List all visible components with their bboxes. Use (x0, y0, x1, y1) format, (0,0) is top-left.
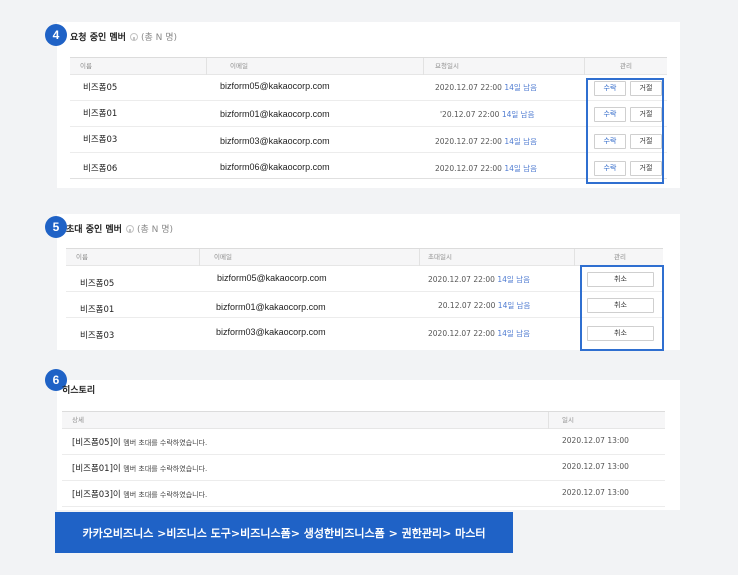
invited-members-title: 초대 중인 멤버 (총 N 명) (66, 222, 173, 235)
column-divider (419, 249, 420, 266)
remaining-days: 14일 남음 (504, 83, 537, 92)
table-row: 비즈폼06 bizform06@kakaocorp.com 2020.12.07… (70, 153, 667, 179)
invited-members-title-text: 초대 중인 멤버 (66, 225, 122, 235)
date-text: 20.12.07 22:00 (438, 301, 496, 310)
remaining-days: 14일 남음 (504, 137, 537, 146)
date-text: 2020.12.07 22:00 (428, 329, 495, 338)
remaining-days: 14일 남음 (504, 164, 537, 173)
member-email: bizform03@kakaocorp.com (220, 136, 330, 146)
history-message-text: 멤버 초대를 수락하였습니다. (123, 439, 208, 447)
table-row: [비즈폼05]이 멤버 초대를 수락하였습니다. 2020.12.07 13:0… (62, 429, 665, 455)
requested-members-title-text: 요청 중인 멤버 (70, 33, 126, 43)
remaining-days: 14일 남음 (497, 329, 530, 338)
remaining-days: 14일 남음 (497, 275, 530, 284)
member-name: 비즈폼03 (80, 331, 115, 341)
col-manage-header: 관리 (614, 253, 626, 261)
requested-table-header: 이름 이메일 요청일시 관리 (70, 57, 667, 75)
col-invited-at-header: 초대일시 (428, 253, 452, 261)
member-name: 비즈폼01 (83, 109, 118, 119)
table-row: 비즈폼01 bizform01@kakaocorp.com '20.12.07 … (70, 101, 667, 127)
history-date: 2020.12.07 13:00 (562, 488, 629, 497)
history-table-header: 상세 일시 (62, 411, 665, 429)
history-title: 히스토리 (62, 386, 96, 396)
history-message-text: 멤버 초대를 수락하였습니다. (123, 465, 208, 473)
invited-date: 2020.12.07 22:00 14일 남음 (428, 328, 530, 339)
history-message: [비즈폼03]이 멤버 초대를 수락하였습니다. (72, 488, 207, 500)
manage-column-highlight (586, 78, 664, 184)
column-divider (423, 58, 424, 75)
date-text: 2020.12.07 22:00 (435, 164, 502, 173)
column-divider (584, 58, 585, 75)
col-name-header: 이름 (80, 62, 92, 70)
member-email: bizform03@kakaocorp.com (216, 327, 326, 337)
history-member-tag: [비즈폼05]이 (72, 438, 121, 448)
date-text: '20.12.07 22:00 (440, 110, 500, 119)
breadcrumb: 카카오비즈니스 >비즈니스 도구>비즈니스폼> 생성한비즈니스폼 > 권한관리>… (55, 512, 513, 553)
member-email: bizform01@kakaocorp.com (220, 109, 330, 119)
col-datetime-header: 일시 (562, 416, 574, 424)
col-manage-header: 관리 (620, 62, 632, 70)
member-email: bizform05@kakaocorp.com (220, 81, 330, 91)
history-date: 2020.12.07 13:00 (562, 436, 629, 445)
member-name: 비즈폼06 (83, 164, 118, 174)
table-row: 비즈폼03 bizform03@kakaocorp.com 2020.12.07… (70, 127, 667, 153)
remaining-days: 14일 남음 (497, 301, 531, 310)
date-text: 2020.12.07 22:00 (435, 83, 502, 92)
member-email: bizform05@kakaocorp.com (217, 273, 327, 283)
invited-table-header: 이름 이메일 초대일시 관리 (66, 248, 663, 266)
table-row: 비즈폼05 bizform05@kakaocorp.com 2020.12.07… (70, 75, 667, 101)
history-member-tag: [비즈폼01]이 (72, 464, 121, 474)
member-name: 비즈폼01 (80, 305, 115, 315)
column-divider (199, 249, 200, 266)
section-badge-5: 5 (45, 216, 67, 238)
column-divider (206, 58, 207, 75)
member-email: bizform06@kakaocorp.com (220, 162, 330, 172)
member-name: 비즈폼05 (83, 83, 118, 93)
invited-members-count: (총 N 명) (136, 225, 173, 235)
table-row: 비즈폼05 bizform05@kakaocorp.com 2020.12.07… (66, 266, 663, 292)
requested-members-count: (총 N 명) (140, 33, 177, 43)
col-email-header: 이메일 (214, 253, 232, 261)
manage-column-highlight (580, 265, 664, 351)
info-icon[interactable] (129, 33, 138, 41)
invited-date: 2020.12.07 22:00 14일 남음 (428, 274, 530, 285)
table-row: 비즈폼01 bizform01@kakaocorp.com 20.12.07 2… (66, 292, 663, 318)
column-divider (574, 249, 575, 266)
history-message: [비즈폼01]이 멤버 초대를 수락하였습니다. (72, 462, 207, 474)
column-divider (548, 412, 549, 429)
remaining-days: 14일 남음 (501, 110, 535, 119)
requested-date: 2020.12.07 22:00 14일 남음 (435, 82, 537, 93)
requested-date: 2020.12.07 22:00 14일 남음 (435, 163, 537, 174)
table-row: [비즈폼03]이 멤버 초대를 수락하였습니다. 2020.12.07 13:0… (62, 481, 665, 507)
member-name: 비즈폼05 (80, 279, 115, 289)
invited-date: 20.12.07 22:00 14일 남음 (438, 300, 530, 311)
table-row: 비즈폼03 bizform03@kakaocorp.com 2020.12.07… (66, 318, 663, 344)
member-email: bizform01@kakaocorp.com (216, 302, 326, 312)
col-email-header: 이메일 (230, 62, 248, 70)
history-date: 2020.12.07 13:00 (562, 462, 629, 471)
history-message-text: 멤버 초대를 수락하였습니다. (123, 491, 208, 499)
requested-members-title: 요청 중인 멤버 (총 N 명) (70, 30, 177, 43)
history-message: [비즈폼05]이 멤버 초대를 수락하였습니다. (72, 436, 207, 448)
member-name: 비즈폼03 (83, 135, 118, 145)
date-text: 2020.12.07 22:00 (428, 275, 495, 284)
col-detail-header: 상세 (72, 416, 84, 424)
history-member-tag: [비즈폼03]이 (72, 490, 121, 500)
section-badge-4: 4 (45, 24, 67, 46)
col-requested-at-header: 요청일시 (435, 62, 459, 70)
date-text: 2020.12.07 22:00 (435, 137, 502, 146)
requested-date: 2020.12.07 22:00 14일 남음 (435, 136, 537, 147)
requested-date: '20.12.07 22:00 14일 남음 (440, 109, 535, 120)
info-icon[interactable] (125, 225, 134, 233)
table-row: [비즈폼01]이 멤버 초대를 수락하였습니다. 2020.12.07 13:0… (62, 455, 665, 481)
col-name-header: 이름 (76, 253, 88, 261)
